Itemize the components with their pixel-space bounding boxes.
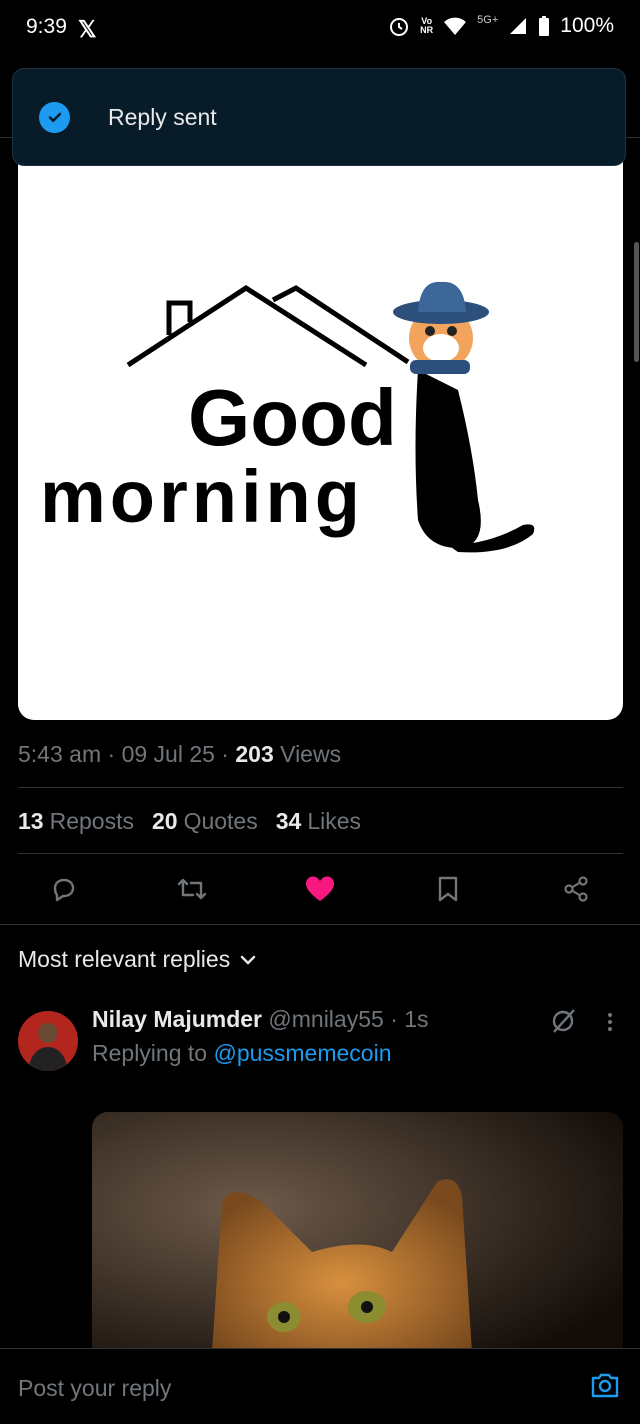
repost-icon bbox=[177, 878, 207, 900]
bookmark-icon bbox=[438, 876, 458, 902]
reply-composer[interactable]: Post your reply bbox=[0, 1348, 640, 1424]
like-button[interactable] bbox=[303, 872, 337, 906]
scrollbar[interactable] bbox=[634, 242, 639, 362]
signal-icon bbox=[510, 18, 527, 34]
replies-sort-dropdown[interactable]: Most relevant replies bbox=[18, 946, 256, 973]
status-time: 9:39 bbox=[26, 15, 67, 38]
post-actions bbox=[0, 860, 640, 918]
replying-to: Replying to @pussmemecoin bbox=[92, 1040, 392, 1067]
x-logo-icon: 𝕏 bbox=[78, 16, 97, 42]
sort-label: Most relevant replies bbox=[18, 946, 231, 972]
grok-icon bbox=[552, 1009, 575, 1033]
reply-image[interactable] bbox=[92, 1112, 623, 1352]
reply-input[interactable]: Post your reply bbox=[18, 1375, 171, 1402]
post-metadata: 5:43 am · 09 Jul 25 · 203 Views bbox=[18, 741, 342, 767]
wifi-icon bbox=[444, 17, 467, 35]
post-image[interactable]: Good morning bbox=[18, 150, 623, 720]
toast-message: Reply sent bbox=[108, 103, 217, 130]
grok-button[interactable] bbox=[550, 1008, 576, 1039]
camera-icon bbox=[591, 1373, 619, 1398]
post-date: 09 Jul 25 bbox=[121, 741, 215, 767]
check-circle-icon bbox=[39, 101, 70, 133]
avatar[interactable] bbox=[18, 1011, 78, 1071]
post-time: 5:43 am bbox=[18, 741, 102, 767]
reposts-stat[interactable]: 13 Reposts bbox=[18, 808, 134, 835]
share-icon bbox=[564, 876, 588, 902]
quotes-stat[interactable]: 20 Quotes bbox=[152, 808, 258, 835]
reply-age: 1s bbox=[404, 1006, 429, 1032]
battery-icon bbox=[539, 16, 550, 36]
reply-sent-toast: Reply sent bbox=[12, 68, 626, 166]
reply-button[interactable] bbox=[47, 872, 81, 906]
post-stats: 13 Reposts 20 Quotes 34 Likes bbox=[18, 808, 361, 835]
status-bar: 9:39 𝕏 Vo NR 5G+ 100% bbox=[0, 0, 640, 56]
divider bbox=[18, 787, 623, 788]
network-type: 5G+ bbox=[477, 14, 499, 26]
more-options-button[interactable] bbox=[600, 1010, 620, 1034]
reply-author-handle[interactable]: @mnilay55 bbox=[268, 1006, 383, 1032]
status-icons: Vo NR 5G+ 100% bbox=[388, 14, 614, 38]
replying-mention[interactable]: @pussmemecoin bbox=[213, 1040, 391, 1066]
alarm-icon bbox=[390, 18, 409, 36]
heart-icon bbox=[306, 876, 334, 901]
image-text-good: Good bbox=[188, 373, 397, 462]
divider bbox=[0, 924, 640, 925]
reply-author[interactable]: Nilay Majumder @mnilay55 · 1s bbox=[92, 1006, 429, 1033]
chevron-down-icon bbox=[241, 955, 256, 965]
repost-button[interactable] bbox=[175, 872, 209, 906]
divider bbox=[18, 853, 623, 854]
reply-author-name[interactable]: Nilay Majumder bbox=[92, 1006, 262, 1032]
likes-stat[interactable]: 34 Likes bbox=[276, 808, 361, 835]
share-button[interactable] bbox=[559, 872, 593, 906]
reply-icon bbox=[53, 878, 75, 902]
views-label: Views bbox=[280, 741, 342, 767]
image-text-morning: morning bbox=[40, 455, 364, 538]
battery-percent: 100% bbox=[560, 14, 614, 37]
replying-prefix: Replying to bbox=[92, 1040, 208, 1066]
views-count: 203 bbox=[235, 741, 274, 767]
camera-button[interactable] bbox=[590, 1371, 620, 1404]
more-vertical-icon bbox=[608, 1013, 612, 1031]
bookmark-button[interactable] bbox=[431, 872, 465, 906]
volte-indicator: Vo NR bbox=[420, 16, 434, 35]
